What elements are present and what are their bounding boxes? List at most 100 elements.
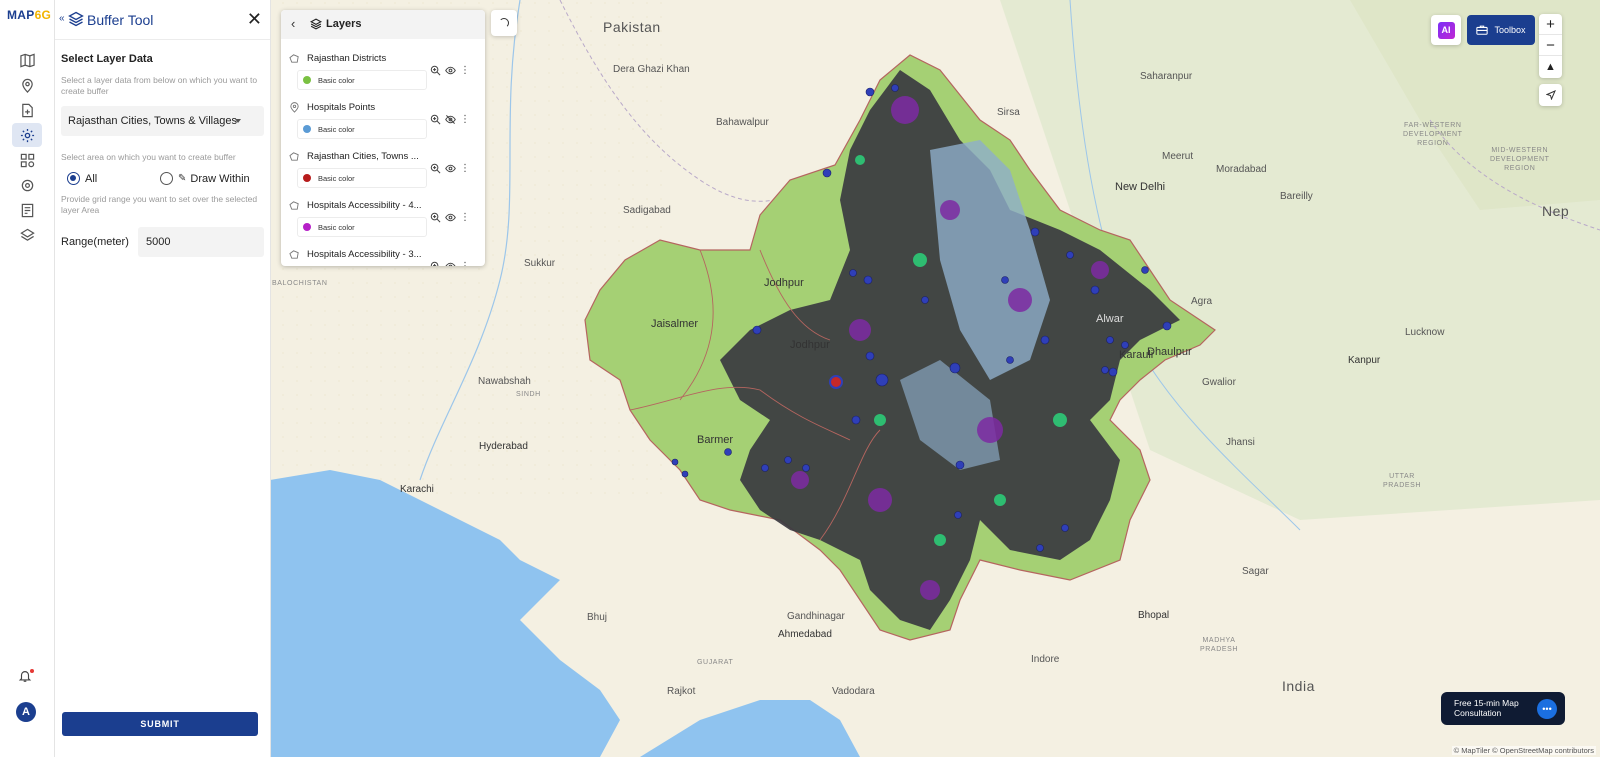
loading-spinner-icon bbox=[491, 10, 517, 36]
submit-button[interactable]: SUBMIT bbox=[62, 712, 258, 736]
more-icon[interactable]: ⋮ bbox=[460, 65, 470, 76]
layer-actions: ⋮ bbox=[430, 163, 470, 174]
zoom-to-layer-icon[interactable] bbox=[430, 163, 441, 174]
layers-title: Layers bbox=[326, 18, 362, 30]
eye-icon[interactable] bbox=[445, 261, 456, 266]
panel-header: « Buffer Tool ✕ bbox=[55, 0, 270, 40]
select-layer-title: Select Layer Data bbox=[61, 53, 153, 65]
layer-color-swatch bbox=[303, 223, 311, 231]
layer-color-label: Basic color bbox=[318, 125, 355, 134]
layer-item[interactable]: Hospitals Accessibility - 3... ⋮ bbox=[281, 244, 485, 266]
gear-icon[interactable] bbox=[12, 123, 42, 147]
layer-style-row[interactable]: Basic color bbox=[297, 70, 427, 90]
radio-all-indicator[interactable] bbox=[67, 172, 80, 185]
radio-draw-label: Draw Within bbox=[190, 172, 250, 185]
area-hint: Select area on which you want to create … bbox=[61, 152, 236, 162]
more-icon[interactable]: ⋮ bbox=[460, 163, 470, 174]
layer-name: Hospitals Accessibility - 3... bbox=[307, 249, 422, 260]
layer-name: Rajasthan Districts bbox=[307, 53, 387, 64]
layer-style-row[interactable]: Basic color bbox=[297, 119, 427, 139]
layer-color-label: Basic color bbox=[318, 76, 355, 85]
polygon-icon bbox=[289, 53, 300, 64]
layer-style-row[interactable]: Basic color bbox=[297, 217, 427, 237]
layers-card: ‹ Layers Rajasthan Districts Basic color… bbox=[281, 10, 485, 266]
add-file-icon[interactable] bbox=[12, 98, 42, 122]
icon-rail: MAP6G A bbox=[0, 0, 55, 757]
layer-color-label: Basic color bbox=[318, 223, 355, 232]
layer-actions: ⋮ bbox=[430, 261, 470, 266]
layer-name: Hospitals Points bbox=[307, 102, 376, 113]
zoom-to-layer-icon[interactable] bbox=[430, 65, 441, 76]
more-icon[interactable]: ⋮ bbox=[460, 261, 470, 266]
layer-actions: ⋮ bbox=[430, 212, 470, 223]
layer-style-row[interactable]: Basic color bbox=[297, 168, 427, 188]
more-icon[interactable]: ⋮ bbox=[460, 212, 470, 223]
select-layer-hint: Select a layer data from below on which … bbox=[61, 75, 258, 96]
toolbox-label: Toolbox bbox=[1494, 25, 1526, 35]
more-icon[interactable]: ⋮ bbox=[460, 114, 470, 125]
zoom-to-layer-icon[interactable] bbox=[430, 212, 441, 223]
point-icon bbox=[289, 102, 300, 113]
range-input[interactable] bbox=[138, 227, 264, 257]
chevron-down-icon bbox=[235, 119, 241, 123]
polygon-icon bbox=[289, 200, 300, 211]
notification-dot bbox=[30, 669, 34, 673]
zoom-controls: + − ▲ bbox=[1539, 14, 1562, 78]
zoom-to-layer-icon[interactable] bbox=[430, 114, 441, 125]
layers-stack-icon bbox=[68, 11, 84, 27]
pencil-icon: ✎ bbox=[178, 173, 187, 184]
layers-header: ‹ Layers bbox=[281, 10, 485, 39]
map-data-icon[interactable] bbox=[12, 223, 42, 247]
bell-icon[interactable] bbox=[18, 669, 34, 685]
radio-all[interactable]: All bbox=[67, 172, 97, 185]
layer-actions: ⋮ bbox=[430, 65, 470, 76]
layer-actions: ⋮ bbox=[430, 114, 470, 125]
collapse-icon[interactable]: « bbox=[59, 13, 65, 24]
eye-off-icon[interactable] bbox=[445, 114, 456, 125]
buffer-tool-panel: « Buffer Tool ✕ Select Layer Data Select… bbox=[55, 0, 271, 757]
panel-title: Buffer Tool bbox=[87, 12, 154, 28]
eye-icon[interactable] bbox=[445, 212, 456, 223]
consultation-button[interactable]: Free 15-min Map Consultation ••• bbox=[1441, 692, 1565, 725]
navigation-arrow-icon bbox=[1545, 90, 1556, 100]
layer-color-label: Basic color bbox=[318, 174, 355, 183]
ai-assistant-button[interactable]: AI bbox=[1431, 15, 1461, 45]
app-logo[interactable]: MAP6G bbox=[7, 8, 51, 22]
compass-icon[interactable]: ▲ bbox=[1539, 56, 1562, 77]
layer-color-swatch bbox=[303, 76, 311, 84]
eye-icon[interactable] bbox=[445, 65, 456, 76]
locate-button[interactable] bbox=[1539, 84, 1562, 106]
layer-color-swatch bbox=[303, 125, 311, 133]
layer-select-value: Rajasthan Cities, Towns & Villages bbox=[68, 115, 237, 127]
radio-draw-within[interactable]: ✎ Draw Within bbox=[160, 172, 250, 185]
radio-all-label: All bbox=[85, 172, 98, 185]
report-icon[interactable] bbox=[12, 198, 42, 222]
layer-name: Rajasthan Cities, Towns ... bbox=[307, 151, 419, 162]
layer-color-swatch bbox=[303, 174, 311, 182]
chat-icon[interactable]: ••• bbox=[1537, 699, 1557, 719]
zoom-in-button[interactable]: + bbox=[1539, 14, 1562, 35]
map-attribution: © MapTiler © OpenStreetMap contributors bbox=[1451, 746, 1596, 755]
range-label: Range(meter) bbox=[61, 236, 129, 248]
chevron-left-icon[interactable]: ‹ bbox=[291, 16, 295, 31]
layer-item[interactable]: Hospitals Accessibility - 4... Basic col… bbox=[281, 195, 485, 244]
zoom-to-layer-icon[interactable] bbox=[430, 261, 441, 266]
map-icon[interactable] bbox=[12, 48, 42, 72]
layer-name: Hospitals Accessibility - 4... bbox=[307, 200, 422, 211]
ai-icon: AI bbox=[1437, 21, 1455, 39]
layer-item[interactable]: Rajasthan Districts Basic color ⋮ bbox=[281, 48, 485, 97]
location-pin-icon[interactable] bbox=[12, 73, 42, 97]
avatar[interactable]: A bbox=[16, 702, 36, 722]
radio-draw-indicator[interactable] bbox=[160, 172, 173, 185]
layer-select-dropdown[interactable]: Rajasthan Cities, Towns & Villages bbox=[61, 106, 264, 136]
zoom-out-button[interactable]: − bbox=[1539, 35, 1562, 56]
layer-item[interactable]: Hospitals Points Basic color ⋮ bbox=[281, 97, 485, 146]
eye-icon[interactable] bbox=[445, 163, 456, 174]
toolbox-button[interactable]: Toolbox bbox=[1467, 15, 1535, 45]
close-icon[interactable]: ✕ bbox=[247, 10, 262, 28]
layer-item[interactable]: Rajasthan Cities, Towns ... Basic color … bbox=[281, 146, 485, 195]
settings-icon[interactable] bbox=[12, 173, 42, 197]
polygon-icon bbox=[289, 249, 300, 260]
dashboard-icon[interactable] bbox=[12, 148, 42, 172]
briefcase-icon bbox=[1476, 25, 1489, 35]
